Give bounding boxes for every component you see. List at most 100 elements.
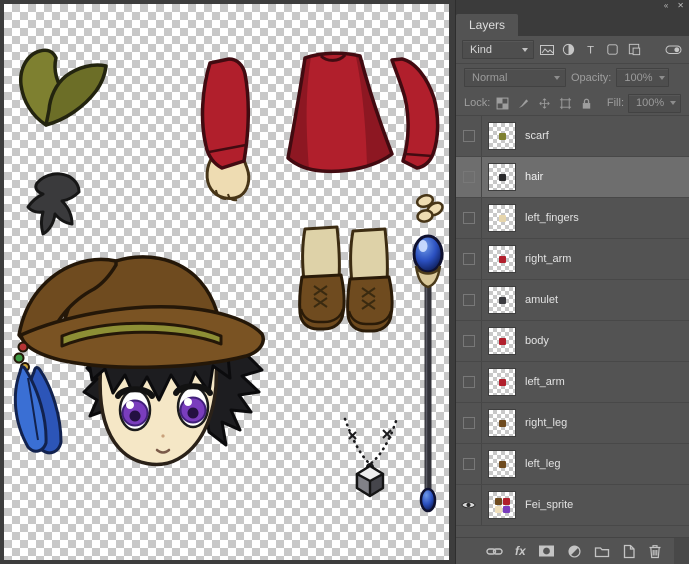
layer-name: scarf xyxy=(525,130,549,142)
layer-thumbnail[interactable] xyxy=(488,409,516,437)
pixel-layers-filter-icon[interactable] xyxy=(537,40,556,59)
visibility-toggle[interactable] xyxy=(456,444,482,484)
layer-thumbnail[interactable] xyxy=(488,450,516,478)
shape-layers-filter-icon[interactable] xyxy=(603,40,622,59)
close-panel-icon[interactable]: ✕ xyxy=(677,2,684,10)
layer-thumbnail-content xyxy=(494,498,511,513)
blend-mode-dropdown[interactable]: Normal xyxy=(464,68,566,87)
kind-filter-dropdown[interactable]: Kind xyxy=(462,40,534,59)
layer-thumbnail[interactable] xyxy=(488,327,516,355)
layer-thumbnail[interactable] xyxy=(488,122,516,150)
canvas[interactable] xyxy=(4,4,449,560)
layer-name: right_leg xyxy=(525,417,567,429)
body-art xyxy=(288,53,392,171)
link-layers-icon[interactable] xyxy=(486,543,503,560)
layer-thumbnail[interactable] xyxy=(488,163,516,191)
layer-thumbnail[interactable] xyxy=(488,204,516,232)
lock-label: Lock: xyxy=(464,97,490,109)
visibility-box xyxy=(463,376,475,388)
visibility-box xyxy=(463,458,475,470)
layer-name: left_fingers xyxy=(525,212,579,224)
fill-dropdown[interactable]: 100% xyxy=(628,94,681,113)
lock-row: Lock: Fill: 100% xyxy=(456,91,689,116)
layer-thumbnail-content xyxy=(499,133,506,140)
layers-list: scarf hair left_fingers right_arm xyxy=(456,116,689,537)
visibility-toggle[interactable] xyxy=(456,116,482,156)
layer-thumbnail[interactable] xyxy=(488,245,516,273)
visibility-toggle[interactable] xyxy=(456,362,482,402)
layer-name: body xyxy=(525,335,549,347)
kind-filter-label: Kind xyxy=(470,44,492,56)
layer-row-left_arm[interactable]: left_arm xyxy=(456,362,689,403)
visibility-box xyxy=(463,212,475,224)
chevron-down-icon xyxy=(554,76,560,80)
visibility-box xyxy=(463,335,475,347)
layer-thumbnail-content xyxy=(499,256,506,263)
adjustment-layers-filter-icon[interactable] xyxy=(559,40,578,59)
panel-tab-bar: Layers xyxy=(456,12,689,36)
lock-position-icon[interactable] xyxy=(536,95,553,111)
fill-value: 100% xyxy=(636,97,664,109)
layer-row-right_leg[interactable]: right_leg xyxy=(456,403,689,444)
layer-row-left_leg[interactable]: left_leg xyxy=(456,444,689,485)
visibility-toggle[interactable] xyxy=(456,157,482,197)
character-head-art xyxy=(15,257,264,465)
opacity-value: 100% xyxy=(624,72,652,84)
layer-row-Fei_sprite[interactable]: Fei_sprite xyxy=(456,485,689,526)
type-layers-filter-icon[interactable]: T xyxy=(581,40,600,59)
blend-mode-value: Normal xyxy=(472,72,507,84)
chevron-down-icon xyxy=(659,76,665,80)
visibility-toggle[interactable] xyxy=(456,403,482,443)
layer-filter-row: Kind T xyxy=(456,36,689,64)
layer-filter-toggle[interactable] xyxy=(664,40,683,59)
layer-thumbnail-content xyxy=(499,461,506,468)
opacity-dropdown[interactable]: 100% xyxy=(616,68,669,87)
panel-resize-gripper[interactable] xyxy=(674,538,689,564)
left-fingers-art xyxy=(416,193,445,222)
visibility-toggle[interactable] xyxy=(456,321,482,361)
hair-tuft-art xyxy=(28,174,79,234)
layer-thumbnail[interactable] xyxy=(488,286,516,314)
layer-thumbnail[interactable] xyxy=(488,368,516,396)
lock-artboard-icon[interactable] xyxy=(557,95,574,111)
layer-thumbnail-content xyxy=(499,174,506,181)
opacity-label: Opacity: xyxy=(571,72,611,84)
collapse-panels-icon[interactable]: « xyxy=(664,2,668,10)
visibility-box xyxy=(463,253,475,265)
layer-row-left_fingers[interactable]: left_fingers xyxy=(456,198,689,239)
layer-row-right_arm[interactable]: right_arm xyxy=(456,239,689,280)
tab-layers[interactable]: Layers xyxy=(456,14,518,36)
new-group-icon[interactable] xyxy=(594,543,610,560)
scarf-art xyxy=(21,50,106,125)
visibility-toggle[interactable] xyxy=(456,198,482,238)
legs-art xyxy=(300,227,392,331)
svg-text:T: T xyxy=(587,45,594,57)
lock-image-pixels-icon[interactable] xyxy=(515,95,532,111)
blend-mode-row: Normal Opacity: 100% xyxy=(456,64,689,91)
layer-row-body[interactable]: body xyxy=(456,321,689,362)
layer-thumbnail-content xyxy=(499,338,506,345)
layer-effects-icon[interactable]: fx xyxy=(515,543,526,560)
layer-row-scarf[interactable]: scarf xyxy=(456,116,689,157)
lock-all-icon[interactable] xyxy=(578,95,595,111)
visibility-toggle[interactable] xyxy=(456,485,482,525)
lock-transparent-pixels-icon[interactable] xyxy=(494,95,511,111)
layer-mask-icon[interactable] xyxy=(538,543,555,560)
visibility-toggle[interactable] xyxy=(456,280,482,320)
fill-label: Fill: xyxy=(607,97,624,109)
layer-name: Fei_sprite xyxy=(525,499,573,511)
adjustment-layer-icon[interactable] xyxy=(567,543,582,560)
layer-thumbnail-content xyxy=(499,420,506,427)
eye-icon xyxy=(461,500,476,510)
layer-row-hair[interactable]: hair xyxy=(456,157,689,198)
layer-row-amulet[interactable]: amulet xyxy=(456,280,689,321)
visibility-toggle[interactable] xyxy=(456,239,482,279)
smart-objects-filter-icon[interactable] xyxy=(625,40,644,59)
chevron-down-icon xyxy=(522,48,528,52)
delete-layer-icon[interactable] xyxy=(648,543,662,560)
new-layer-icon[interactable] xyxy=(622,543,636,560)
layer-thumbnail[interactable] xyxy=(488,491,516,519)
right-arm-art xyxy=(392,59,438,168)
panel-window-controls: « ✕ xyxy=(456,0,689,12)
layer-thumbnail-content xyxy=(499,379,506,386)
